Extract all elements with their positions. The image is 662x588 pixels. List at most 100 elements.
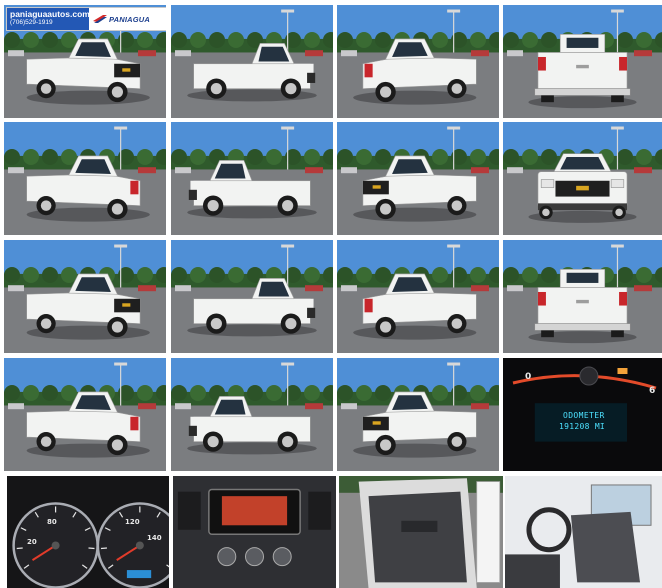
distant-car [507,285,523,292]
wheel-rim [40,318,52,329]
light-pole-head [114,126,128,130]
distant-car [138,403,156,410]
tree [304,32,320,49]
light-pole-head [281,244,295,248]
tree [541,267,557,284]
tree [636,32,652,49]
tree [356,32,372,49]
distant-car [8,167,24,174]
distant-car [471,403,489,410]
odometer-label: ODOMETER [563,411,605,420]
wheel-rim [615,208,623,217]
tree [337,385,353,402]
tree [4,267,20,284]
distant-car [8,403,24,410]
mode-knob [272,547,292,567]
photo-front-right[interactable] [337,122,499,235]
photo-front[interactable] [503,122,662,235]
taillight [130,180,139,195]
tree [42,385,58,402]
photo-gauges[interactable]: 80 20 120 140 [7,476,169,588]
tree [228,267,244,284]
dealer-brand: PANIAGUA [108,14,151,24]
photo-door-panel[interactable] [339,476,503,588]
wheel-rim [210,318,222,330]
tree [432,385,448,402]
wheel-rim [111,86,123,98]
light-pole-head [281,126,295,130]
gauge-label-speedo-left: 20 [27,538,37,546]
truck-rear-bumper [534,323,631,331]
wheel-rim [111,203,123,215]
tree [617,267,633,284]
truck-tailgate [537,52,628,89]
swoosh-icon [93,15,107,23]
photo-image [503,122,662,235]
tree [375,267,391,284]
tree [617,149,633,166]
wheel-rim [285,83,297,95]
light-pole-head [114,244,128,248]
distant-car [138,285,156,292]
distant-car [507,167,523,174]
tree [432,149,448,166]
photo-side-left-2[interactable] [171,240,333,353]
tree [541,149,557,166]
bowtie-logo [372,421,381,425]
photo-front-right-2[interactable] [337,358,499,471]
photo-image [171,358,333,471]
tire [541,95,554,103]
taillight [364,298,373,313]
photo-image [503,240,662,353]
radio-screen [221,496,288,526]
tree [171,32,187,49]
headlight [540,179,555,188]
photo-side-left[interactable] [171,5,333,118]
photo-rear-left[interactable] [337,5,499,118]
wheel-rim [451,83,463,94]
tree [23,267,39,284]
truck-grille [307,307,316,318]
photo-rear-left-2[interactable] [337,240,499,353]
truck-rear-window [566,272,599,283]
photo-image [337,5,499,118]
photo-rear[interactable] [503,5,662,118]
distant-car [341,167,357,174]
gauge-label-tach-top: 120 [125,518,140,526]
photo-dash-center[interactable] [173,476,336,588]
photo-side-right-2[interactable] [171,358,333,471]
tree [375,149,391,166]
tree [42,267,58,284]
photo-side-right[interactable] [171,122,333,235]
photo-image [337,122,499,235]
air-vent-right [308,491,332,530]
photo-image [339,476,503,588]
tree [470,32,486,49]
temp-knob [245,547,264,567]
photo-front-left-watermark[interactable]: paniaguaautos.com (706)529-1919 PANIAGUA [4,5,166,118]
light-pole-head [447,362,461,366]
gauge-label-tach-right: 140 [147,534,162,542]
tree [190,149,206,166]
wheel-rim [451,318,463,329]
photo-front-left-2[interactable] [4,240,166,353]
tree [190,267,206,284]
photo-rear-right[interactable] [4,122,166,235]
tree [4,385,20,402]
photo-interior-seat[interactable] [505,476,662,588]
taillight [537,56,546,71]
photo-odometer[interactable]: ODOMETER 191208 MI 0 6 [503,358,662,471]
truck-rear-bumper [534,88,631,96]
photo-rear-2[interactable] [503,240,662,353]
truck-rear-window [566,37,599,48]
distant-car [175,50,191,57]
distant-car [305,285,323,292]
truck-grille [307,72,316,83]
door-handle [401,520,438,532]
fan-knob [217,547,237,567]
tree [432,267,448,284]
taillight [364,63,373,78]
distant-car [634,167,652,174]
photo-rear-right-2[interactable] [4,358,166,471]
tree [171,267,187,284]
